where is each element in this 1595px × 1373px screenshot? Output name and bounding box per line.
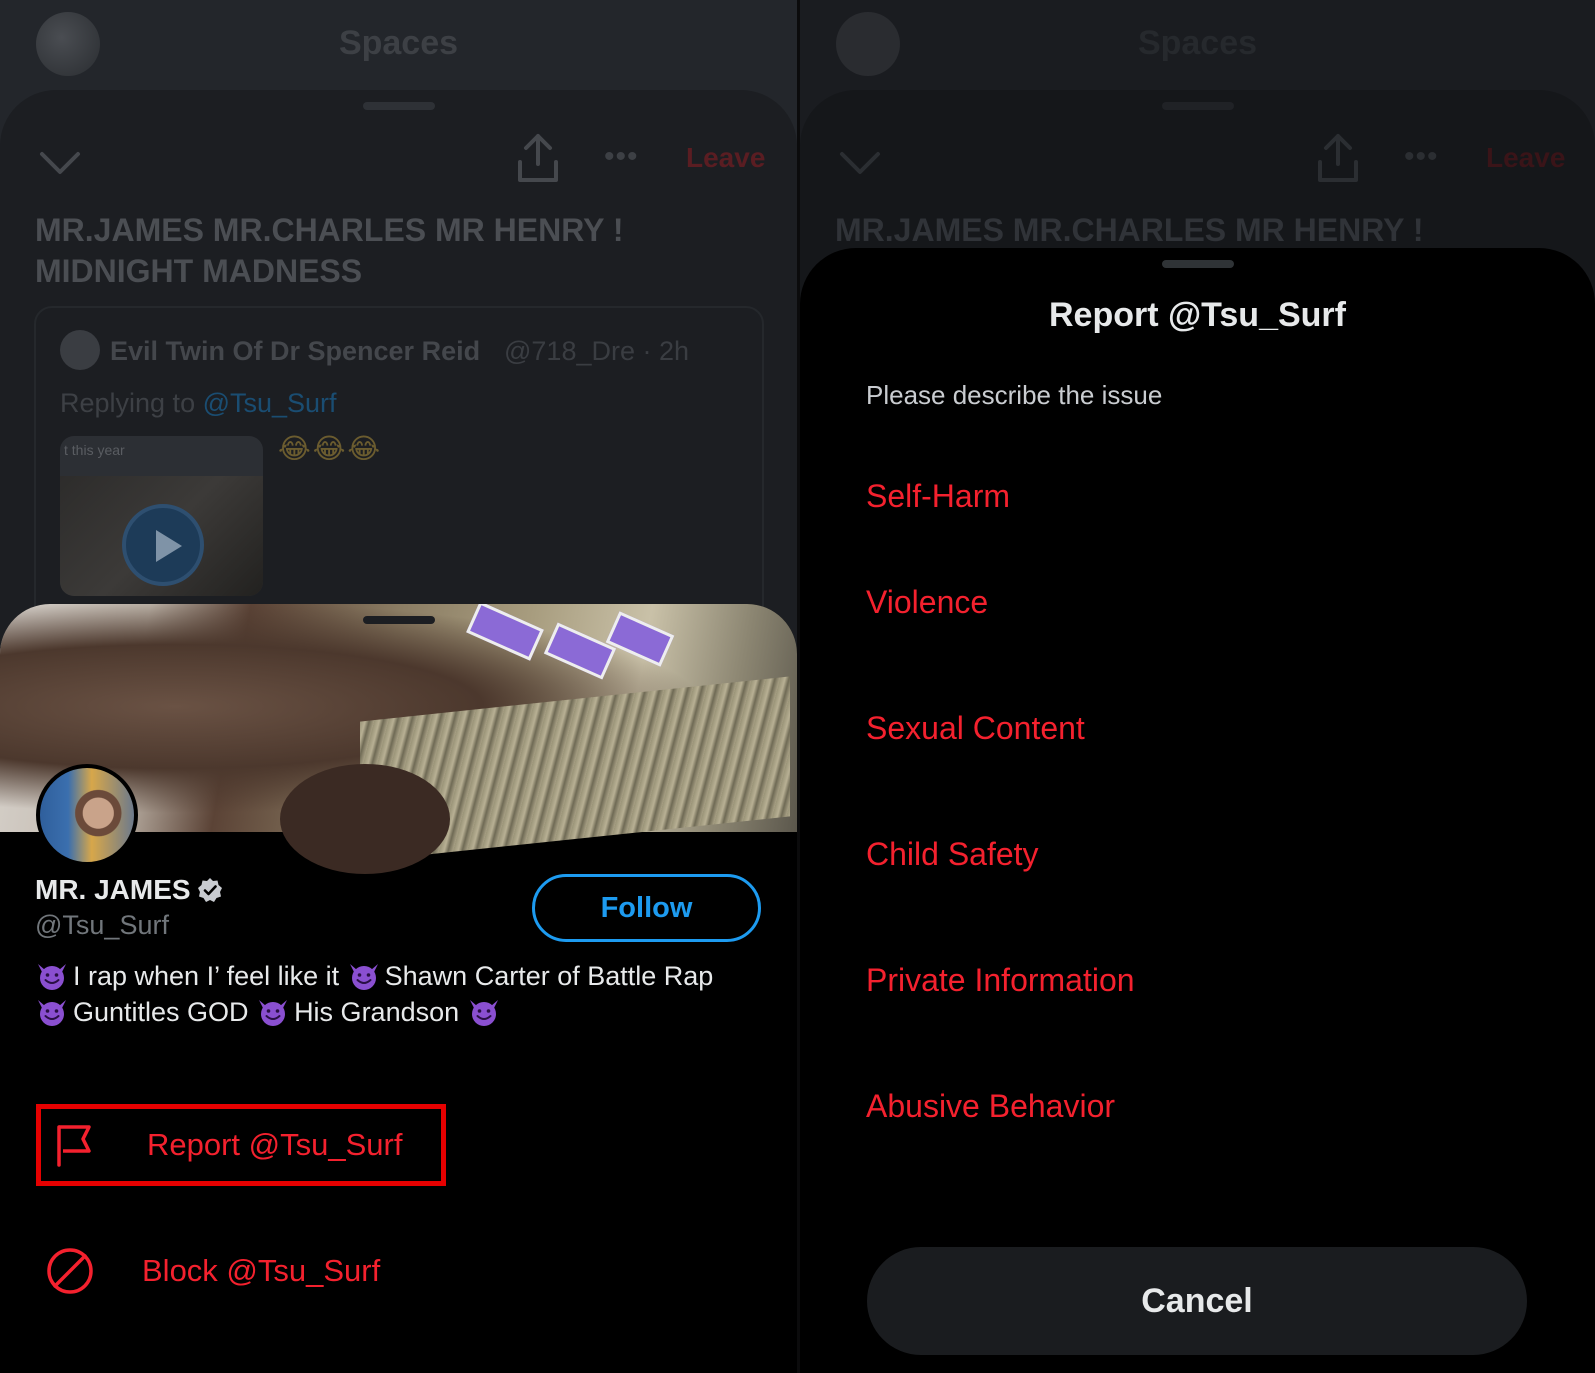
- banner-money-band: [543, 622, 617, 680]
- video-caption: t this year: [64, 442, 125, 458]
- report-user-action[interactable]: Report @Tsu_Surf: [36, 1104, 446, 1186]
- share-icon[interactable]: [1314, 132, 1362, 184]
- spaces-sheet-handle[interactable]: [362, 102, 435, 110]
- profile-handle: @Tsu_Surf: [35, 910, 169, 940]
- report-subtitle: Please describe the issue: [866, 380, 1163, 410]
- smiling-devil-emoji: [347, 961, 385, 991]
- block-icon: [47, 1248, 93, 1294]
- block-user-action[interactable]: Block @Tsu_Surf: [36, 1230, 456, 1312]
- bio-part: I rap when I’ feel like it: [73, 961, 347, 991]
- banner-money-band: [466, 604, 544, 661]
- report-option-violence[interactable]: Violence: [866, 584, 988, 621]
- tweet-replying-to: Replying to @Tsu_Surf: [60, 388, 337, 419]
- space-title: MR.JAMES MR.CHARLES MR HENRY !: [835, 212, 1424, 248]
- spaces-header-title: Spaces: [1137, 24, 1258, 62]
- banner-head: [280, 764, 450, 874]
- tweet-author-name[interactable]: Evil Twin Of Dr Spencer Reid: [110, 336, 480, 367]
- share-icon[interactable]: [514, 132, 562, 184]
- report-option-private-information[interactable]: Private Information: [866, 962, 1135, 999]
- replying-handle-link[interactable]: @Tsu_Surf: [203, 388, 337, 418]
- smiling-devil-emoji: [35, 997, 73, 1027]
- bio-part: Guntitles GOD: [73, 997, 257, 1027]
- more-icon[interactable]: •••: [604, 142, 650, 172]
- report-sheet: Report @Tsu_Surf Please describe the iss…: [800, 248, 1595, 1373]
- report-sheet-handle[interactable]: [1161, 260, 1234, 268]
- report-option-abusive-behavior[interactable]: Abusive Behavior: [866, 1088, 1115, 1125]
- block-user-label: Block @Tsu_Surf: [142, 1253, 381, 1288]
- profile-name-row: MR. JAMES: [35, 874, 223, 906]
- replying-prefix: Replying to: [60, 388, 203, 418]
- space-title: MR.JAMES MR.CHARLES MR HENRY ! MIDNIGHT …: [35, 212, 624, 289]
- profile-bio: I rap when I’ feel like it Shawn Carter …: [35, 958, 775, 1030]
- smiling-devil-emoji: [35, 961, 73, 991]
- play-icon[interactable]: [122, 504, 204, 586]
- tweet-author-handle: @718_Dre · 2h: [504, 336, 690, 366]
- chevron-down-icon[interactable]: [38, 140, 82, 184]
- right-screen: Spaces ••• Leave MR.JAMES MR.CHARLES MR …: [800, 0, 1595, 1373]
- profile-sheet-handle[interactable]: [362, 616, 435, 624]
- report-option-self-harm[interactable]: Self-Harm: [866, 478, 1010, 515]
- report-title: Report @Tsu_Surf: [1049, 296, 1346, 334]
- tweet-video[interactable]: t this year: [60, 436, 263, 596]
- cancel-button[interactable]: Cancel: [867, 1247, 1527, 1355]
- verified-badge-icon: [197, 878, 222, 902]
- follow-button[interactable]: Follow: [532, 874, 761, 942]
- tweet-emoji-text: 😂😂😂: [278, 433, 383, 464]
- report-option-child-safety[interactable]: Child Safety: [866, 836, 1039, 873]
- profile-avatar[interactable]: [36, 764, 138, 866]
- smiling-devil-emoji: [256, 997, 294, 1027]
- spaces-sheet-handle[interactable]: [1161, 102, 1234, 110]
- banner-money-band: [605, 611, 675, 667]
- chevron-down-icon[interactable]: [838, 140, 882, 184]
- report-user-label: Report @Tsu_Surf: [147, 1127, 403, 1162]
- leave-button[interactable]: Leave: [1486, 142, 1565, 174]
- profile-name: MR. JAMES: [35, 874, 191, 905]
- flag-icon: [57, 1125, 91, 1167]
- tweet-author-avatar[interactable]: [60, 330, 100, 370]
- more-icon[interactable]: •••: [1404, 142, 1450, 172]
- profile-sheet: MR. JAMES @Tsu_Surf Follow I rap when I’…: [0, 604, 797, 1373]
- bio-part: Shawn Carter of Battle Rap: [384, 961, 714, 991]
- spaces-header-title: Spaces: [338, 24, 459, 62]
- report-option-sexual-content[interactable]: Sexual Content: [866, 710, 1085, 747]
- left-screen: Spaces ••• Leave MR.JAMES MR.CHARLES MR …: [0, 0, 797, 1373]
- bio-part: His Grandson: [294, 997, 467, 1027]
- smiling-devil-emoji: [467, 997, 505, 1027]
- leave-button[interactable]: Leave: [686, 142, 765, 174]
